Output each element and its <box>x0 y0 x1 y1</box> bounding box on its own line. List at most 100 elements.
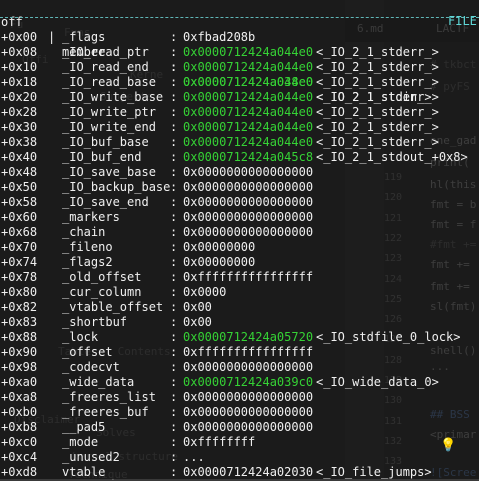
field-colon: : <box>170 240 178 254</box>
field-annotation: <_IO_2_1_stderr_> <box>316 45 439 59</box>
field-value: 0x0000712424a044e0 <box>183 105 314 119</box>
field-offset: +0xd8 <box>1 465 38 479</box>
field-name: _IO_buf_end <box>62 150 142 164</box>
field-offset: +0x74 <box>1 255 38 269</box>
field-offset: +0x18 <box>1 75 38 89</box>
field-colon: : <box>170 150 178 164</box>
field-offset: +0x58 <box>1 195 38 209</box>
field-name: _IO_save_base <box>62 165 156 179</box>
field-colon: : <box>170 105 178 119</box>
field-offset: +0xb8 <box>1 420 38 434</box>
field-colon: : <box>170 390 178 404</box>
field-colon: : <box>170 300 178 314</box>
field-value: 0x0000712424a044e0 <box>183 120 314 134</box>
field-value: 0x0000712424a045c8 <box>183 150 314 164</box>
field-offset: +0x60 <box>1 210 38 224</box>
field-colon: : <box>170 450 178 464</box>
field-colon: : <box>170 195 178 209</box>
field-offset: +0x70 <box>1 240 38 254</box>
field-name: _IO_write_base <box>62 90 164 104</box>
field-name: _freeres_buf <box>62 405 149 419</box>
field-offset: +0x30 <box>1 120 38 134</box>
field-name: _markers <box>62 210 120 224</box>
field-value: 0x0000000000000000 <box>183 180 314 194</box>
lightbulb-icon[interactable]: 💡 <box>440 438 456 453</box>
field-offset: +0x78 <box>1 270 38 284</box>
field-name: _fileno <box>62 240 113 254</box>
field-name: _mode <box>62 435 99 449</box>
field-offset: +0xc0 <box>1 435 38 449</box>
field-value: 0x0000712424a044e0 <box>183 135 314 149</box>
field-colon: : <box>170 180 178 194</box>
field-annotation: <_IO_2_1_stderr_> <box>316 60 439 74</box>
field-annotation: <_IO_2_1_stderr_> <box>316 135 439 149</box>
field-annotation: <_IO_2_1_stderr_> <box>316 120 439 134</box>
field-colon: : <box>170 75 178 89</box>
field-colon: : <box>170 420 178 434</box>
field-value: 0xffffffff <box>183 435 256 449</box>
field-colon: : <box>170 135 178 149</box>
field-annotation: <_IO_2_1_stderr_> <box>316 90 439 104</box>
field-name: _IO_save_end <box>62 195 149 209</box>
field-value: 0x00 <box>183 300 212 314</box>
field-offset: +0x80 <box>1 285 38 299</box>
table-header-row: off | member : 0x0000712424a038e0 <_IO_2… <box>0 0 432 104</box>
field-colon: : <box>170 165 178 179</box>
field-value: 0x0000712424a05720 <box>183 330 314 344</box>
field-value: 0x00000000 <box>183 255 256 269</box>
field-value: 0x0000000000000000 <box>183 210 314 224</box>
field-value: 0x0000712424a044e0 <box>183 60 314 74</box>
file-label: FILE <box>448 14 477 28</box>
field-offset: +0xa0 <box>1 375 38 389</box>
field-value: 0x0000000000000000 <box>183 360 314 374</box>
header-separator: | <box>48 30 56 44</box>
field-annotation: <_IO_wide_data_0> <box>316 375 439 389</box>
field-name: _vtable_offset <box>62 300 164 314</box>
field-colon: : <box>170 30 178 44</box>
field-offset: +0x50 <box>1 180 38 194</box>
field-colon: : <box>170 90 178 104</box>
field-colon: : <box>170 465 178 479</box>
field-name: _IO_read_ptr <box>62 45 149 59</box>
field-value: 0x0000712424a044e0 <box>183 45 314 59</box>
field-name: _lock <box>62 330 99 344</box>
field-value: 0x0000000000000000 <box>183 390 314 404</box>
field-name: _old_offset <box>62 270 142 284</box>
field-name: vtable <box>62 465 106 479</box>
field-value: 0x0000000000000000 <box>183 405 314 419</box>
field-offset: +0x28 <box>1 105 38 119</box>
field-annotation: <_IO_stdfile_0_lock> <box>316 330 461 344</box>
field-name: _IO_write_end <box>62 120 156 134</box>
field-value: 0x0000000000000000 <box>183 225 314 239</box>
field-name: _IO_backup_base <box>62 180 171 194</box>
field-offset: +0x68 <box>1 225 38 239</box>
field-value: 0x0000000000000000 <box>183 165 314 179</box>
field-offset: +0xb0 <box>1 405 38 419</box>
field-colon: : <box>170 210 178 224</box>
field-colon: : <box>170 120 178 134</box>
field-name: _unused2 <box>62 450 120 464</box>
field-colon: : <box>170 60 178 74</box>
field-colon: : <box>170 405 178 419</box>
field-name: _IO_read_end <box>62 60 149 74</box>
field-value: 0x0000712424a044e0 <box>183 75 314 89</box>
field-name: _cur_column <box>62 285 142 299</box>
field-offset: +0x83 <box>1 315 38 329</box>
field-annotation: <_IO_file_jumps> <box>316 465 432 479</box>
dashed-separator <box>0 17 479 18</box>
field-value: 0x00000000 <box>183 240 256 254</box>
field-value: 0xffffffffffffffff <box>183 270 314 284</box>
field-colon: : <box>170 225 178 239</box>
field-offset: +0x82 <box>1 300 38 314</box>
field-colon: : <box>170 45 178 59</box>
field-value: 0x00 <box>183 315 212 329</box>
field-offset: +0x10 <box>1 60 38 74</box>
field-offset: +0x00 <box>1 30 38 44</box>
field-colon: : <box>170 315 178 329</box>
field-name: _flags2 <box>62 255 113 269</box>
field-colon: : <box>170 345 178 359</box>
field-value: 0x0000000000000000 <box>183 420 314 434</box>
field-offset: +0x48 <box>1 165 38 179</box>
field-offset: +0x38 <box>1 135 38 149</box>
field-offset: +0x90 <box>1 345 38 359</box>
